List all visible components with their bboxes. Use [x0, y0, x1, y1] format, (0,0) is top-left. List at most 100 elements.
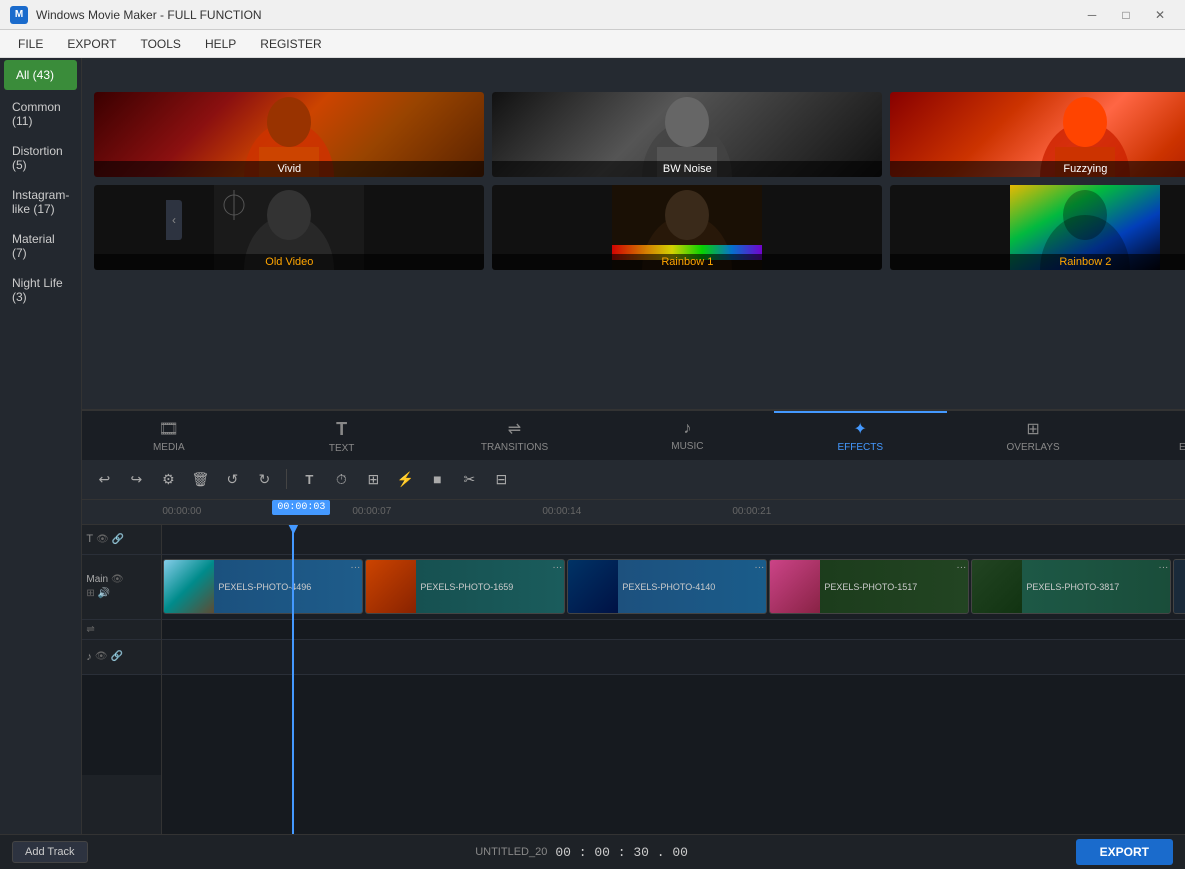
clip-pexels-4140[interactable]: PEXELS-PHOTO-4140 ···	[567, 559, 767, 614]
title-left: M Windows Movie Maker - FULL FUNCTION	[10, 6, 262, 24]
minimize-button[interactable]: ─	[1077, 5, 1107, 25]
effect-fuzzying-label: Fuzzying	[890, 161, 1185, 177]
export-button[interactable]: EXPORT	[1076, 839, 1173, 865]
tab-text-label: TEXT	[329, 443, 355, 454]
redo-button[interactable]: ↪	[122, 465, 150, 493]
effect-bw-noise[interactable]: BW Noise	[492, 92, 882, 177]
menu-tools[interactable]: TOOLS	[130, 33, 190, 55]
effect-rainbow1[interactable]: Rainbow 1	[492, 185, 882, 270]
text-tool-button[interactable]: T	[295, 465, 323, 493]
titlebar: M Windows Movie Maker - FULL FUNCTION ─ …	[0, 0, 1185, 30]
main-track-icons: ⊞ 🔊	[86, 588, 110, 599]
clip-label-1517: PEXELS-PHOTO-1517	[820, 580, 968, 594]
tab-transitions[interactable]: ⇌ TRANSITIONS	[428, 411, 601, 460]
clock-button[interactable]: ⏱	[327, 465, 355, 493]
delete-button[interactable]: 🗑	[186, 465, 214, 493]
tab-media[interactable]: 🎞 MEDIA	[82, 411, 255, 460]
clip-menu-4140[interactable]: ···	[754, 562, 764, 573]
effect-rainbow2[interactable]: Rainbow 2	[890, 185, 1185, 270]
bottombar: Add Track UNTITLED_20 00 : 00 : 30 . 00 …	[0, 834, 1185, 869]
main-track-name: Main	[86, 574, 108, 585]
link-icon-text[interactable]: 🔗	[112, 534, 124, 545]
menu-register[interactable]: REGISTER	[250, 33, 331, 55]
clip-label-4140: PEXELS-PHOTO-4140	[618, 580, 766, 594]
sidebar-item-material[interactable]: Material (7)	[0, 224, 81, 268]
menu-help[interactable]: HELP	[195, 33, 246, 55]
empty-content	[162, 675, 1185, 835]
clip-last[interactable]	[1173, 559, 1185, 614]
eye-icon-text[interactable]: 👁	[96, 534, 109, 545]
sidebar-item-distortion[interactable]: Distortion (5)	[0, 136, 81, 180]
ruler-mark-0: 00:00:00	[162, 506, 201, 517]
ruler-mark-14: 00:00:14	[542, 506, 581, 517]
add-track-button[interactable]: Add Track	[12, 841, 88, 863]
separator1	[286, 469, 287, 489]
settings-button[interactable]: ⚙	[154, 465, 182, 493]
tab-elements[interactable]: 🖼 ELEMENTS	[1120, 411, 1185, 460]
grid-button[interactable]: ⊟	[487, 465, 515, 493]
effect-vivid[interactable]: Vivid	[94, 92, 484, 177]
sidebar-item-common[interactable]: Common (11)	[0, 92, 81, 136]
transitions-icon: ⇌	[508, 419, 521, 439]
sidebar-item-instagram[interactable]: Instagram-like (17)	[0, 180, 81, 224]
tab-overlays-label: OVERLAYS	[1007, 442, 1060, 453]
sidebar-item-nightlife[interactable]: Night Life (3)	[0, 268, 81, 312]
main-track-controls: Main 👁	[86, 574, 123, 585]
main-track-content: PEXELS-PHOTO-4496 ··· PEXELS-PHOTO-1659 …	[162, 555, 1185, 620]
clip-menu-4496[interactable]: ···	[350, 562, 360, 573]
maximize-button[interactable]: □	[1111, 5, 1141, 25]
text-track-label: T 👁 🔗	[82, 525, 162, 555]
sidebar: All (43) Common (11) Distortion (5) Inst…	[0, 58, 82, 834]
clip-pexels-1659[interactable]: PEXELS-PHOTO-1659 ···	[365, 559, 565, 614]
transition-icon: ⇌	[86, 624, 94, 635]
tab-transitions-label: TRANSITIONS	[481, 442, 548, 453]
tab-music[interactable]: ♪ MUSIC	[601, 411, 774, 460]
menu-file[interactable]: FILE	[8, 33, 53, 55]
clip-menu-3817[interactable]: ···	[1158, 562, 1168, 573]
tab-text[interactable]: T TEXT	[255, 411, 428, 460]
redo2-button[interactable]: ↻	[250, 465, 278, 493]
overlays-icon: ⊞	[1026, 419, 1039, 439]
music-track-label: ♪ 👁 🔗	[82, 640, 162, 675]
motion-button[interactable]: ⚡	[391, 465, 419, 493]
effect-fuzzying[interactable]: Fuzzying	[890, 92, 1185, 177]
tab-music-label: MUSIC	[671, 441, 703, 452]
tab-effects-label: EFFECTS	[837, 442, 883, 453]
center-panel: Add to Timeline ▾ Vivid	[82, 58, 1185, 834]
effect-bw-label: BW Noise	[492, 161, 882, 177]
timecode-display: 00 : 00 : 30 . 00	[555, 845, 688, 860]
media-icon: 🎞	[159, 419, 179, 439]
crop-button[interactable]: ⊞	[359, 465, 387, 493]
close-button[interactable]: ✕	[1145, 5, 1175, 25]
tab-media-label: MEDIA	[153, 442, 185, 453]
clip-pexels-4496[interactable]: PEXELS-PHOTO-4496 ···	[163, 559, 363, 614]
track-labels: T 👁 🔗 Main 👁 ⊞ 🔊	[82, 525, 162, 835]
timeline-area: 00:00:00 00:00:07 00:00:14 00:00:21 00:0…	[82, 500, 1185, 835]
project-name: UNTITLED_20	[475, 846, 547, 858]
effect-old-video[interactable]: Old Video	[94, 185, 484, 270]
effects-grid: Vivid BW Noise	[90, 88, 1185, 274]
clip-pexels-3817[interactable]: PEXELS-PHOTO-3817 ···	[971, 559, 1171, 614]
undo-button[interactable]: ↩	[90, 465, 118, 493]
tab-effects[interactable]: ✦ EFFECTS	[774, 411, 947, 460]
link-icon-music[interactable]: 🔗	[111, 651, 123, 662]
reset-button[interactable]: ↺	[218, 465, 246, 493]
text-icon: T	[336, 419, 347, 440]
eye-icon-music[interactable]: 👁	[95, 651, 108, 662]
menu-export[interactable]: EXPORT	[57, 33, 126, 55]
clip-label-4496: PEXELS-PHOTO-4496	[214, 580, 362, 594]
sidebar-item-all[interactable]: All (43)	[4, 60, 77, 90]
clip-pexels-1517[interactable]: PEXELS-PHOTO-1517 ···	[769, 559, 969, 614]
sidebar-collapse-button[interactable]: ‹	[166, 200, 182, 240]
volume-icon-main[interactable]: 🔊	[98, 588, 110, 599]
clip-menu-1517[interactable]: ···	[956, 562, 966, 573]
shape-button[interactable]: ■	[423, 465, 451, 493]
main-track-label: Main 👁 ⊞ 🔊	[82, 555, 162, 620]
eye-icon-main[interactable]: 👁	[111, 574, 124, 585]
lock-icon[interactable]: ⊞	[86, 588, 94, 599]
trim-button[interactable]: ✂	[455, 465, 483, 493]
tab-overlays[interactable]: ⊞ OVERLAYS	[947, 411, 1120, 460]
music-icon: ♪	[683, 420, 691, 438]
clip-menu-1659[interactable]: ···	[552, 562, 562, 573]
effects-header[interactable]: Add to Timeline ▾	[90, 66, 1185, 88]
